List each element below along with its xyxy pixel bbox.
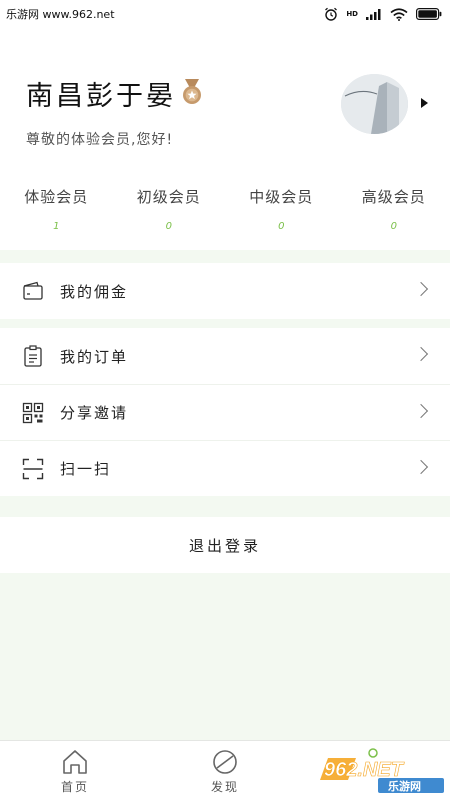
profile-arrow-icon[interactable] [421,98,428,108]
chevron-right-icon [413,459,429,475]
level-count: 1 [53,221,60,232]
menu-card: 我的订单 分享邀请 扫一扫 [0,328,450,496]
level-count: 0 [278,221,285,232]
menu-item-share-invite[interactable]: 分享邀请 [0,384,450,440]
watermark-brand: 962.NET [324,759,405,781]
status-source-text: 乐游网 www.962.net [6,8,115,21]
membership-levels: 体验会员 1 初级会员 0 中级会员 0 高级会员 0 [0,186,450,232]
menu-item-label: 我的佣金 [60,282,129,301]
tab-discover[interactable]: 发现 [150,741,300,800]
level-name: 高级会员 [361,188,426,206]
chevron-right-icon [413,281,429,297]
level-intermediate[interactable]: 中级会员 0 [225,186,338,232]
menu-item-scan[interactable]: 扫一扫 [0,440,450,496]
greeting-text: 尊敬的体验会员,您好! [26,132,174,148]
signal-icon [366,9,381,20]
tab-home[interactable]: 首页 [0,741,150,800]
wallet-icon [23,281,43,300]
chevron-right-icon [413,403,429,419]
tab-label: 首页 [60,780,89,794]
menu-item-commission[interactable]: 我的佣金 [0,263,450,319]
level-trial[interactable]: 体验会员 1 [0,186,113,232]
alarm-icon [325,7,338,21]
logout-button[interactable]: 退出登录 [0,517,450,573]
wifi-icon [390,7,408,21]
level-name: 初级会员 [136,188,201,206]
level-count: 0 [165,221,172,232]
avatar[interactable] [341,74,408,134]
level-count: 0 [390,221,397,232]
compass-icon [213,750,237,774]
level-name: 体验会员 [24,188,89,206]
site-watermark-logo: 962.NET 乐游网 [320,748,444,793]
battery-icon [416,8,442,20]
user-name: 南昌彭于晏 [26,81,176,112]
level-junior[interactable]: 初级会员 0 [113,186,226,232]
menu-item-label: 扫一扫 [60,460,112,478]
chevron-right-icon [413,346,429,362]
level-senior[interactable]: 高级会员 0 [338,186,450,232]
watermark-subtitle: 乐游网 [388,779,421,793]
tab-label: 发现 [210,780,239,794]
bronze-medal-icon [183,79,201,104]
status-icons: HD [324,7,442,21]
menu-item-label: 我的订单 [60,347,129,366]
network-type-label: HD [346,10,358,18]
home-icon [63,750,87,774]
commission-card: 我的佣金 [0,263,450,319]
scan-icon [22,458,44,479]
level-name: 中级会员 [249,188,314,206]
profile-card: 南昌彭于晏 尊敬的体验会员,您好! 体验会员 1 初级会员 0 中级会员 0 高… [0,28,450,250]
menu-item-label: 分享邀请 [60,404,129,422]
avatar-image [341,74,408,134]
clipboard-icon [24,345,42,367]
qr-code-icon [22,402,44,423]
menu-item-orders[interactable]: 我的订单 [0,328,450,384]
status-bar: 乐游网 www.962.net HD [0,0,450,28]
